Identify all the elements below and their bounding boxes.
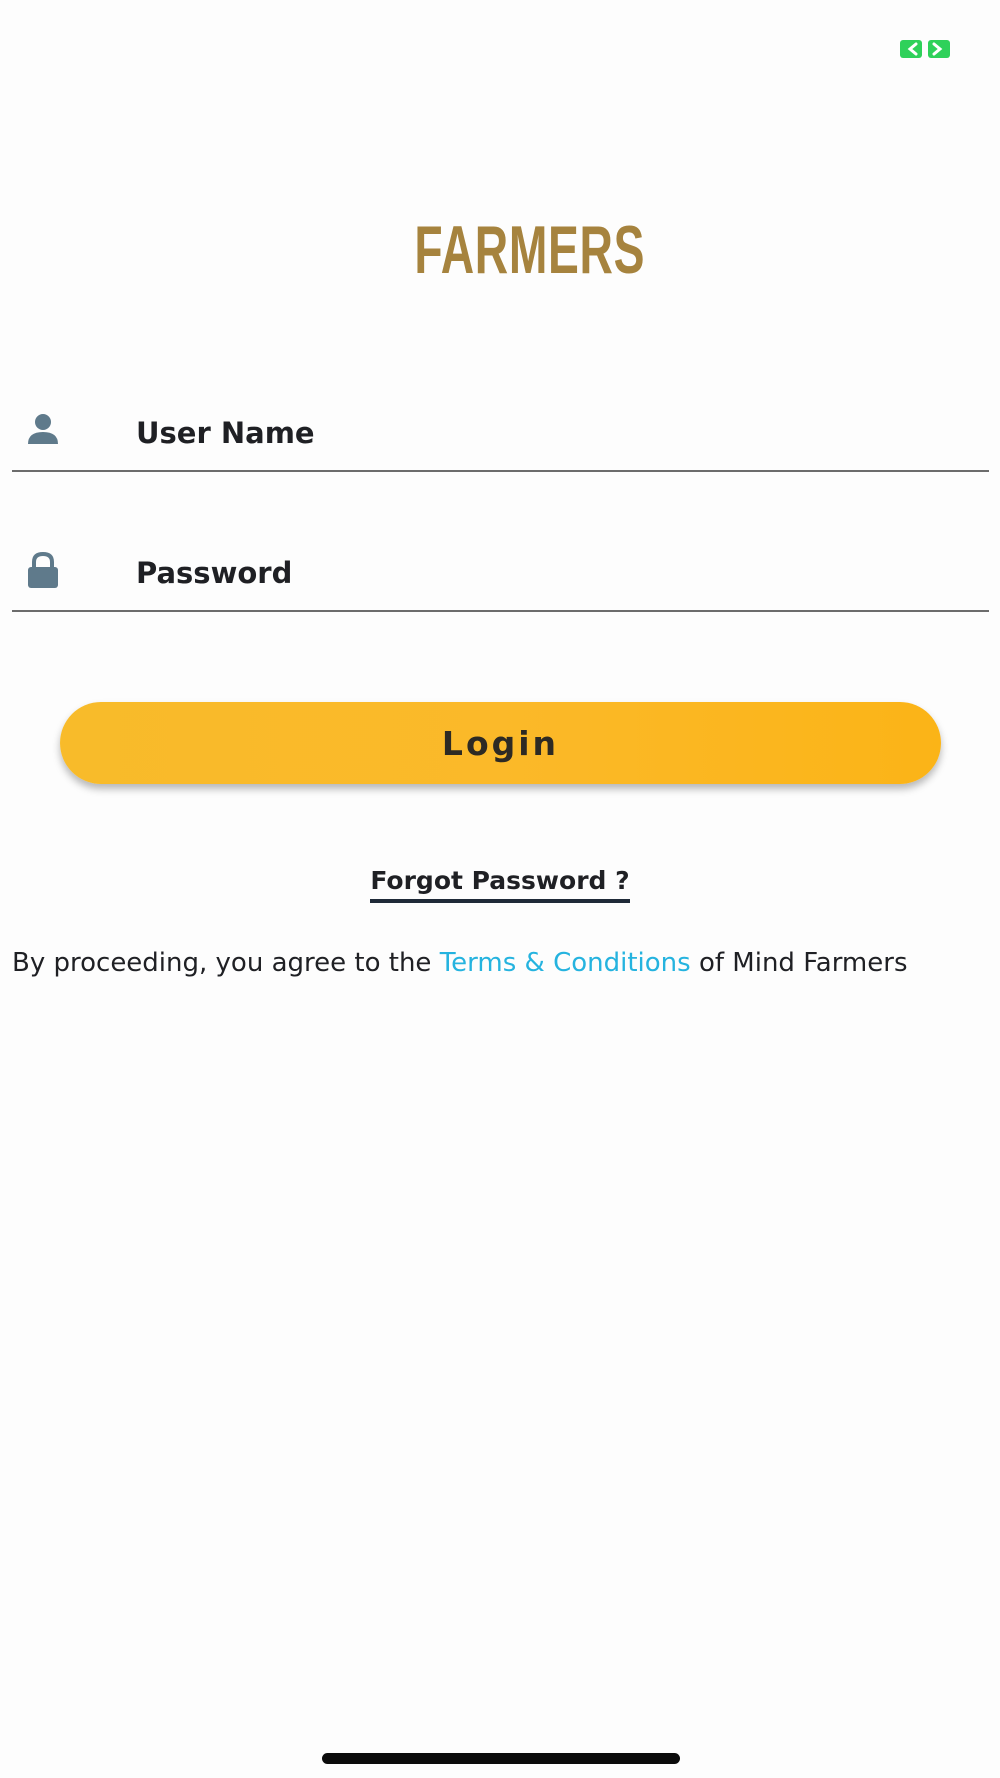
forgot-password-link[interactable]: Forgot Password ? xyxy=(370,866,630,903)
login-button[interactable]: Login xyxy=(60,702,941,784)
lock-icon xyxy=(28,552,58,588)
user-icon xyxy=(28,414,58,444)
login-button-label: Login xyxy=(441,723,560,763)
forgot-password-row: Forgot Password ? xyxy=(0,866,1000,903)
green-screen-indicator-icon xyxy=(900,40,950,58)
logo-text: FARMERS xyxy=(414,212,646,288)
password-input[interactable] xyxy=(136,548,956,598)
terms-prefix: By proceeding, you agree to the xyxy=(12,948,440,978)
terms-conditions-link[interactable]: Terms & Conditions xyxy=(440,948,691,978)
username-input[interactable] xyxy=(136,408,956,458)
terms-suffix: of Mind Farmers xyxy=(690,948,908,978)
password-field[interactable] xyxy=(12,540,989,612)
app-logo: FARMERS xyxy=(380,215,680,285)
home-indicator xyxy=(322,1753,680,1764)
terms-notice: By proceeding, you agree to the Terms & … xyxy=(12,945,972,981)
username-field[interactable] xyxy=(12,400,989,472)
